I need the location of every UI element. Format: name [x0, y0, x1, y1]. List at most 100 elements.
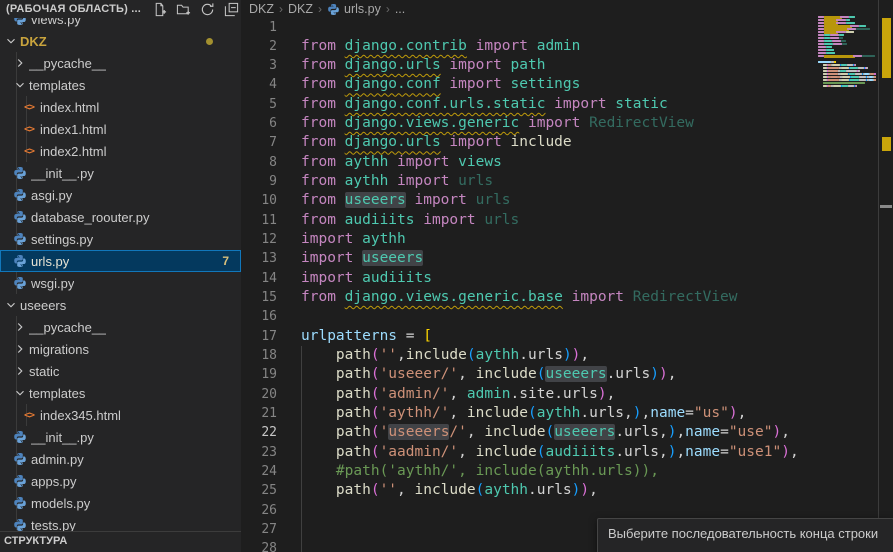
code-line-6[interactable]: from django.views.generic import Redirec…: [301, 114, 813, 133]
tree-item-database-roouter-py[interactable]: database_roouter.py: [0, 206, 241, 228]
tree-item-label: database_roouter.py: [31, 210, 150, 225]
python-icon: [13, 496, 27, 511]
warning-squiggle-token: django.contrib: [345, 38, 467, 54]
tree-item-index-html[interactable]: <>index.html: [0, 96, 241, 118]
code-line-1[interactable]: [301, 18, 813, 37]
breadcrumb-item[interactable]: DKZ: [288, 2, 313, 16]
code-line-13[interactable]: import useeers: [301, 249, 813, 268]
code-line-20[interactable]: path('admin/', admin.site.urls),: [301, 385, 813, 404]
code-line-24[interactable]: #path('aythh/', include(aythh.urls)),: [301, 462, 813, 481]
tree-item-label: __init__.py: [31, 430, 94, 445]
tree-item-label: migrations: [29, 342, 89, 357]
code-line-21[interactable]: path('aythh/', include(aythh.urls,),name…: [301, 404, 813, 423]
line-number: 3: [241, 56, 277, 75]
minimap[interactable]: [818, 13, 876, 109]
code-line-7[interactable]: from django.urls import include: [301, 133, 813, 152]
tree-item--pycache-[interactable]: __pycache__: [0, 52, 241, 74]
code-area[interactable]: from django.contrib import adminfrom dja…: [301, 18, 813, 552]
code-line-23[interactable]: path('aadmin/', include(audiiits.urls,),…: [301, 443, 813, 462]
tree-item-static[interactable]: static: [0, 360, 241, 382]
code-line-4[interactable]: from django.conf import settings: [301, 75, 813, 94]
tree-item-models-py[interactable]: models.py: [0, 492, 241, 514]
minimap-line: [823, 82, 866, 84]
breadcrumb-label: DKZ: [249, 2, 274, 16]
code-token: path: [336, 386, 371, 402]
code-token: ,: [458, 444, 475, 460]
code-token: import: [388, 154, 458, 170]
refresh-icon[interactable]: [199, 1, 215, 17]
tree-item-index1-html[interactable]: <>index1.html: [0, 118, 241, 140]
breadcrumb-item[interactable]: DKZ: [249, 2, 274, 16]
minimap-warning: [824, 55, 855, 58]
minimap-line: [846, 70, 858, 72]
code-token: 'useeer/': [380, 366, 459, 382]
code-line-5[interactable]: from django.conf.urls.static import stat…: [301, 95, 813, 114]
explorer-section-header[interactable]: (РАБОЧАЯ ОБЛАСТЬ) ...: [0, 0, 241, 18]
tree-item-migrations[interactable]: migrations: [0, 338, 241, 360]
code-token: name: [650, 405, 685, 421]
code-token: import: [301, 231, 362, 247]
code-token: include: [484, 424, 545, 440]
code-token: ,: [580, 347, 589, 363]
code-line-16[interactable]: [301, 307, 813, 326]
tree-item--init-py[interactable]: __init__.py: [0, 162, 241, 184]
tree-item--init-py[interactable]: __init__.py: [0, 426, 241, 448]
html-icon: <>: [22, 100, 36, 115]
tree-item-useeers[interactable]: useeers: [0, 294, 241, 316]
minimap-line: [851, 76, 859, 78]
code-line-15[interactable]: from django.views.generic.base import Re…: [301, 288, 813, 307]
tree-item-index345-html[interactable]: <>index345.html: [0, 404, 241, 426]
new-file-icon[interactable]: [151, 1, 167, 17]
editor-pane[interactable]: DKZ›DKZ›urls.py›... 12345678910111213141…: [241, 0, 893, 552]
explorer-sidebar: (РАБОЧАЯ ОБЛАСТЬ) ...: [0, 0, 241, 552]
problems-dot: [206, 38, 213, 45]
minimap-line: [818, 34, 824, 36]
minimap-line: [864, 73, 869, 75]
overview-ruler[interactable]: [878, 0, 893, 552]
code-token: (: [371, 444, 380, 460]
code-token: from: [301, 192, 345, 208]
tree-item-templates[interactable]: templates: [0, 74, 241, 96]
code-line-2[interactable]: from django.contrib import admin: [301, 37, 813, 56]
tree-item-apps-py[interactable]: apps.py: [0, 470, 241, 492]
line-number: 23: [241, 443, 277, 462]
code-line-25[interactable]: path('', include(aythh.urls)),: [301, 481, 813, 500]
code-line-22[interactable]: path('useeers/', include(useeers.urls,),…: [301, 423, 813, 442]
code-token: import: [301, 270, 362, 286]
code-line-17[interactable]: urlpatterns = [: [301, 327, 813, 346]
tree-item-templates[interactable]: templates: [0, 382, 241, 404]
tree-item-index2-html[interactable]: <>index2.html: [0, 140, 241, 162]
code-line-8[interactable]: from aythh import views: [301, 153, 813, 172]
code-line-18[interactable]: path('',include(aythh.urls)),: [301, 346, 813, 365]
minimap-line: [862, 55, 876, 57]
tree-item-urls-py[interactable]: urls.py7: [0, 250, 241, 272]
line-number: 25: [241, 481, 277, 500]
tree-item-dkz[interactable]: DKZ: [0, 30, 241, 52]
code-token: settings: [511, 76, 581, 92]
tree-item-wsgi-py[interactable]: wsgi.py: [0, 272, 241, 294]
code-line-3[interactable]: from django.urls import path: [301, 56, 813, 75]
code-line-9[interactable]: from aythh import urls: [301, 172, 813, 191]
minimap-line: [855, 73, 862, 75]
tree-item-asgi-py[interactable]: asgi.py: [0, 184, 241, 206]
code-token: urlpatterns: [301, 328, 397, 344]
code-line-14[interactable]: import audiiits: [301, 269, 813, 288]
code-line-19[interactable]: path('useeer/', include(useeers.urls)),: [301, 365, 813, 384]
breadcrumb-item[interactable]: urls.py: [327, 2, 381, 16]
breadcrumb-item[interactable]: ...: [395, 2, 405, 16]
outline-section-header[interactable]: СТРУКТУРА: [0, 531, 241, 552]
code-line-10[interactable]: from useeers import urls: [301, 191, 813, 210]
minimap-line: [832, 64, 840, 66]
tree-item-admin-py[interactable]: admin.py: [0, 448, 241, 470]
collapse-all-icon[interactable]: [223, 1, 239, 17]
code-token: path: [336, 366, 371, 382]
code-line-12[interactable]: import aythh: [301, 230, 813, 249]
tree-item--pycache-[interactable]: __pycache__: [0, 316, 241, 338]
code-token: (: [371, 366, 380, 382]
minimap-line: [818, 61, 831, 63]
new-folder-icon[interactable]: [175, 1, 191, 17]
code-token: include: [511, 134, 572, 150]
code-line-11[interactable]: from audiiits import urls: [301, 211, 813, 230]
tree-item-settings-py[interactable]: settings.py: [0, 228, 241, 250]
code-token: useeers: [545, 366, 606, 382]
